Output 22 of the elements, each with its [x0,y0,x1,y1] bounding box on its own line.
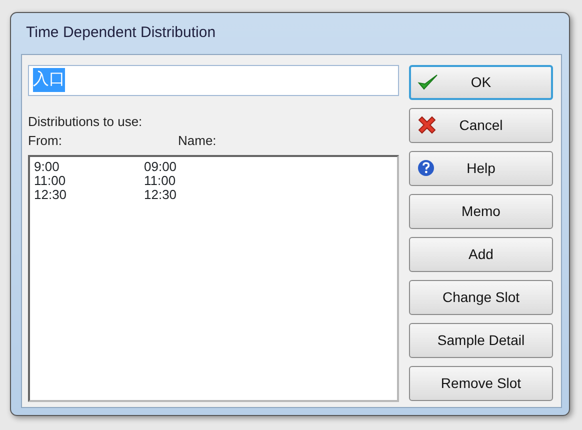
field-value: 入口 [33,68,65,92]
distribution-list[interactable]: 9:00 09:00 11:00 11:00 12:30 12:30 [28,154,399,402]
list-cell-text: 12:30 [34,188,68,202]
dialog-button[interactable]: Add [409,236,553,272]
dialog-button[interactable]: OK [409,64,553,100]
list-cell-text: 11:00 [34,174,67,188]
dialog-button[interactable]: Remove Slot [409,366,553,400]
dialog-button[interactable]: Change Slot [409,280,553,314]
column-header: From: [28,132,63,150]
list-cell: 09:00 [144,160,177,174]
list-cell: 11:00 [144,174,176,188]
dialog-button[interactable]: Memo [409,194,553,228]
list-cell-text: 9:00 [34,160,60,174]
dialog-button[interactable]: Help [409,150,553,186]
dialog-button[interactable]: Cancel [409,108,553,142]
cross-icon [416,115,438,135]
list-cell: 12:30 [144,188,177,202]
check-icon [417,72,439,92]
column-header: Name: [178,132,216,150]
window-title: Time Dependent Distribution [25,23,217,43]
dialog-button[interactable]: Sample Detail [409,322,553,358]
list-label: Distributions to use: [28,112,144,130]
